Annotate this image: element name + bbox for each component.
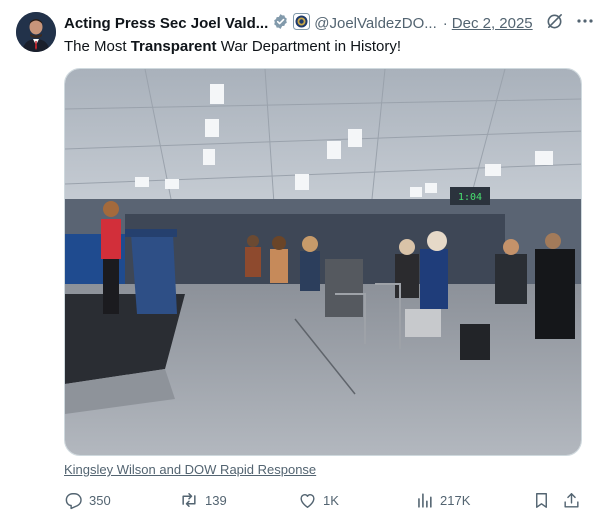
reply-icon xyxy=(65,492,82,509)
display-name[interactable]: Acting Press Sec Joel Vald... xyxy=(64,15,268,32)
media-credit-link[interactable]: Kingsley Wilson and DOW Rapid Response xyxy=(64,462,316,477)
tweet-text-bold: Transparent xyxy=(130,38,217,55)
share-icon xyxy=(564,492,579,508)
reply-count: 350 xyxy=(89,492,111,508)
handle[interactable]: @JoelValdezDO... xyxy=(314,15,437,32)
views-icon xyxy=(418,492,432,508)
affiliate-seal-icon[interactable] xyxy=(293,12,311,34)
bookmark-icon xyxy=(536,492,547,508)
tweet[interactable]: Acting Press Sec Joel Vald... @JoelValde… xyxy=(0,0,598,521)
like-button[interactable]: 1K xyxy=(298,489,339,511)
repost-button[interactable]: 139 xyxy=(179,489,227,511)
avatar[interactable] xyxy=(16,12,56,52)
like-count: 1K xyxy=(323,492,339,508)
tweet-text: The Most Transparent War Department in H… xyxy=(64,37,401,57)
verified-badge-icon[interactable] xyxy=(272,13,289,34)
view-count: 217K xyxy=(440,492,471,508)
grok-icon[interactable] xyxy=(545,12,564,35)
tweet-header: Acting Press Sec Joel Vald... @JoelValde… xyxy=(64,12,593,35)
repost-count: 139 xyxy=(205,492,227,508)
reply-button[interactable]: 350 xyxy=(64,489,111,511)
post-date[interactable]: Dec 2, 2025 xyxy=(452,15,533,32)
separator-dot: · xyxy=(442,14,448,32)
share-button[interactable] xyxy=(562,489,587,511)
post-photo[interactable]: 1:04 xyxy=(64,68,582,456)
briefing-room-illustration: 1:04 xyxy=(65,69,581,455)
like-icon xyxy=(300,493,315,508)
more-icon[interactable] xyxy=(576,12,594,34)
tweet-text-start: The Most xyxy=(64,38,131,55)
action-bar: 350 139 1K 217K xyxy=(64,489,584,511)
bookmark-button[interactable] xyxy=(532,489,557,511)
repost-icon xyxy=(182,493,196,507)
views-button[interactable]: 217K xyxy=(415,489,470,511)
tweet-text-end: War Department in History! xyxy=(216,38,402,55)
wall-clock-readout: 1:04 xyxy=(458,192,482,203)
